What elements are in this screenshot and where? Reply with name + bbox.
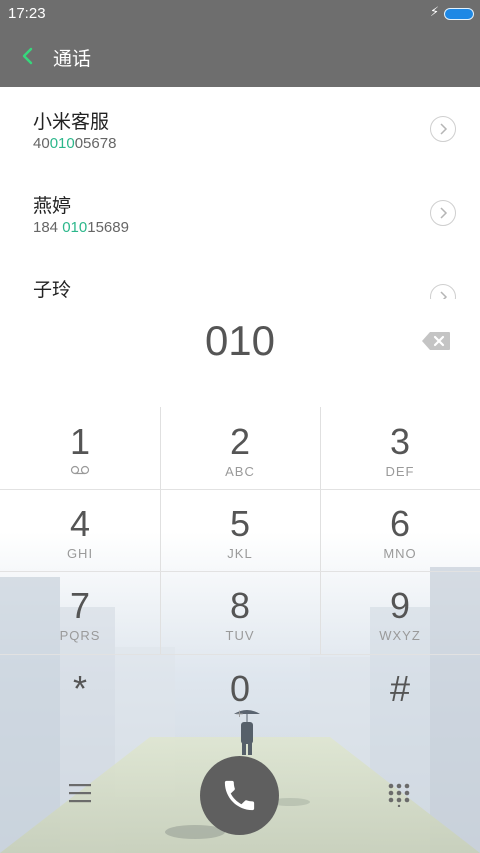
keypad: 1 2 ABC 3 DEF 4 GHI 5 JKL 6 MNO 7 PQRS 8… <box>0 407 480 853</box>
contact-row[interactable]: 子玲 <box>0 255 480 299</box>
key-letters: JKL <box>227 546 253 561</box>
key-6[interactable]: 6 MNO <box>320 489 480 571</box>
dial-display: 010 <box>0 299 480 407</box>
key-digit: 9 <box>389 585 411 626</box>
key-digit: * <box>72 668 87 709</box>
key-letters: ABC <box>225 464 255 479</box>
key-letters: GHI <box>66 546 94 561</box>
dialpad-icon[interactable] <box>388 783 410 807</box>
contact-name: 小米客服 <box>33 111 110 133</box>
contact-suggestion-list: 小米客服 4001005678 燕婷 184 01015689 子玲 <box>0 87 480 299</box>
number-prefix: 40 <box>33 135 50 152</box>
chevron-right-icon <box>440 291 448 299</box>
key-digit: # <box>389 668 411 709</box>
contact-row[interactable]: 燕婷 184 01015689 <box>0 171 480 255</box>
key-letters: PQRS <box>59 628 101 643</box>
key-letters: TUV <box>225 628 255 643</box>
contact-number: 184 01015689 <box>33 219 129 236</box>
key-letters: WXYZ <box>379 628 421 643</box>
key-3[interactable]: 3 DEF <box>320 407 480 489</box>
key-digit: 5 <box>229 503 251 544</box>
number-prefix: 184 <box>33 219 63 236</box>
key-hash[interactable]: # <box>320 654 480 736</box>
key-star[interactable]: * <box>0 654 160 736</box>
app-header: 通话 <box>0 28 480 87</box>
key-1[interactable]: 1 <box>0 407 160 489</box>
voicemail-icon <box>70 465 90 475</box>
chevron-left-icon[interactable] <box>16 44 40 68</box>
key-letters: MNO <box>383 546 417 561</box>
contact-detail-button[interactable] <box>430 200 456 226</box>
page-title: 通话 <box>53 48 92 70</box>
key-digit: 0 <box>229 668 251 709</box>
key-8[interactable]: 8 TUV <box>160 571 320 653</box>
contact-detail-button[interactable] <box>430 116 456 142</box>
key-9[interactable]: 9 WXYZ <box>320 571 480 653</box>
menu-icon[interactable] <box>69 783 91 803</box>
battery-icon <box>444 8 474 20</box>
key-digit: 4 <box>69 503 91 544</box>
chevron-right-icon <box>440 123 448 135</box>
status-time: 17:23 <box>8 5 46 22</box>
key-digit: 7 <box>69 585 91 626</box>
key-2[interactable]: 2 ABC <box>160 407 320 489</box>
chevron-right-icon <box>440 207 448 219</box>
status-bar: 17:23 ⚡ <box>0 0 480 28</box>
charging-icon: ⚡ <box>430 5 440 20</box>
contact-name: 燕婷 <box>33 195 72 217</box>
key-4[interactable]: 4 GHI <box>0 489 160 571</box>
key-digit: 3 <box>389 421 411 462</box>
number-match: 010 <box>49 135 75 152</box>
number-suffix: 05678 <box>74 135 117 152</box>
number-suffix: 15689 <box>87 219 129 236</box>
contact-row[interactable]: 小米客服 4001005678 <box>0 87 480 171</box>
key-letters: + <box>235 706 245 721</box>
dialed-number: 010 <box>204 317 276 364</box>
key-digit: 8 <box>229 585 251 626</box>
key-7[interactable]: 7 PQRS <box>0 571 160 653</box>
contact-number: 4001005678 <box>33 135 116 152</box>
contact-detail-button[interactable] <box>430 284 456 299</box>
contact-name: 子玲 <box>33 279 72 299</box>
key-digit: 2 <box>229 421 251 462</box>
phone-icon <box>224 780 255 811</box>
key-letters: DEF <box>385 464 415 479</box>
key-0[interactable]: 0 + <box>160 654 320 736</box>
backspace-icon[interactable] <box>421 331 451 351</box>
number-match: 010 <box>62 219 88 236</box>
call-button[interactable] <box>200 756 279 835</box>
key-digit: 6 <box>389 503 411 544</box>
key-digit: 1 <box>69 421 91 462</box>
key-5[interactable]: 5 JKL <box>160 489 320 571</box>
